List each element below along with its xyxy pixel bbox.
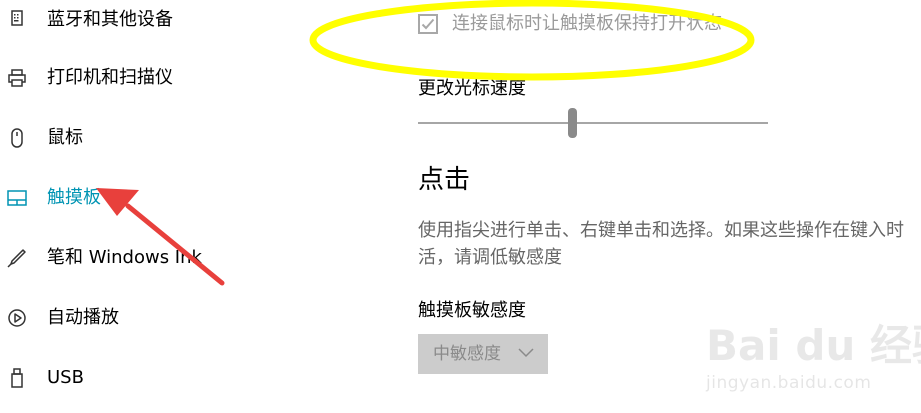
tap-section-title: 点击 [418, 165, 471, 195]
sidebar-item-label: 打印机和扫描仪 [47, 67, 173, 88]
usb-icon [11, 368, 23, 388]
cursor-speed-slider[interactable] [418, 108, 768, 140]
sidebar-item-label: 触摸板 [47, 187, 101, 208]
sidebar-item-label: 自动播放 [47, 307, 119, 328]
sidebar-item-label: 蓝牙和其他设备 [47, 9, 173, 30]
tap-description: 使用指尖进行单击、右键单击和选择。如果这些操作在键入时 活，请调低敏感度 [418, 217, 921, 271]
mouse-icon [11, 128, 23, 148]
touchpad-icon [7, 190, 27, 206]
baidu-watermark-logo: Bai du 经验 [706, 321, 921, 370]
sidebar-item-label: 笔和 Windows Ink [47, 247, 202, 268]
settings-window: 蓝牙和其他设备 打印机和扫描仪 鼠标 触摸板 笔和 Windows Ink 自动… [0, 0, 921, 413]
tap-description-line: 使用指尖进行单击、右键单击和选择。如果这些操作在键入时 [418, 220, 904, 241]
sidebar-item-mouse[interactable]: 鼠标 [0, 118, 300, 158]
baidu-watermark-url: jingyan.baidu.com [706, 373, 872, 393]
sidebar-item-touchpad[interactable]: 触摸板 [0, 178, 300, 218]
sidebar-item-usb[interactable]: USB [0, 358, 300, 398]
chevron-down-icon [518, 348, 534, 358]
touchpad-sensitivity-label: 触摸板敏感度 [418, 300, 526, 321]
sidebar-item-autoplay[interactable]: 自动播放 [0, 298, 300, 338]
printer-icon [8, 69, 26, 87]
autoplay-icon [8, 309, 26, 327]
sensitivity-selected-value: 中敏感度 [433, 344, 501, 364]
sidebar-item-label: 鼠标 [47, 127, 83, 148]
slider-thumb[interactable] [568, 108, 577, 138]
sidebar-item-printers[interactable]: 打印机和扫描仪 [0, 58, 300, 98]
checkmark-icon [421, 18, 435, 30]
keep-touchpad-on-label: 连接鼠标时让触摸板保持打开状态 [452, 13, 722, 34]
slider-track [418, 122, 768, 124]
keep-touchpad-on-checkbox[interactable] [418, 14, 438, 34]
tap-description-line: 活，请调低敏感度 [418, 247, 562, 268]
cursor-speed-label: 更改光标速度 [418, 78, 526, 99]
sidebar-item-pen-windows-ink[interactable]: 笔和 Windows Ink [0, 238, 300, 278]
sidebar-item-label: USB [47, 367, 84, 388]
touchpad-sensitivity-dropdown[interactable]: 中敏感度 [418, 334, 548, 374]
sidebar-item-bluetooth[interactable]: 蓝牙和其他设备 [0, 0, 300, 40]
pen-icon [7, 249, 26, 268]
keyboard-icon [11, 10, 23, 26]
